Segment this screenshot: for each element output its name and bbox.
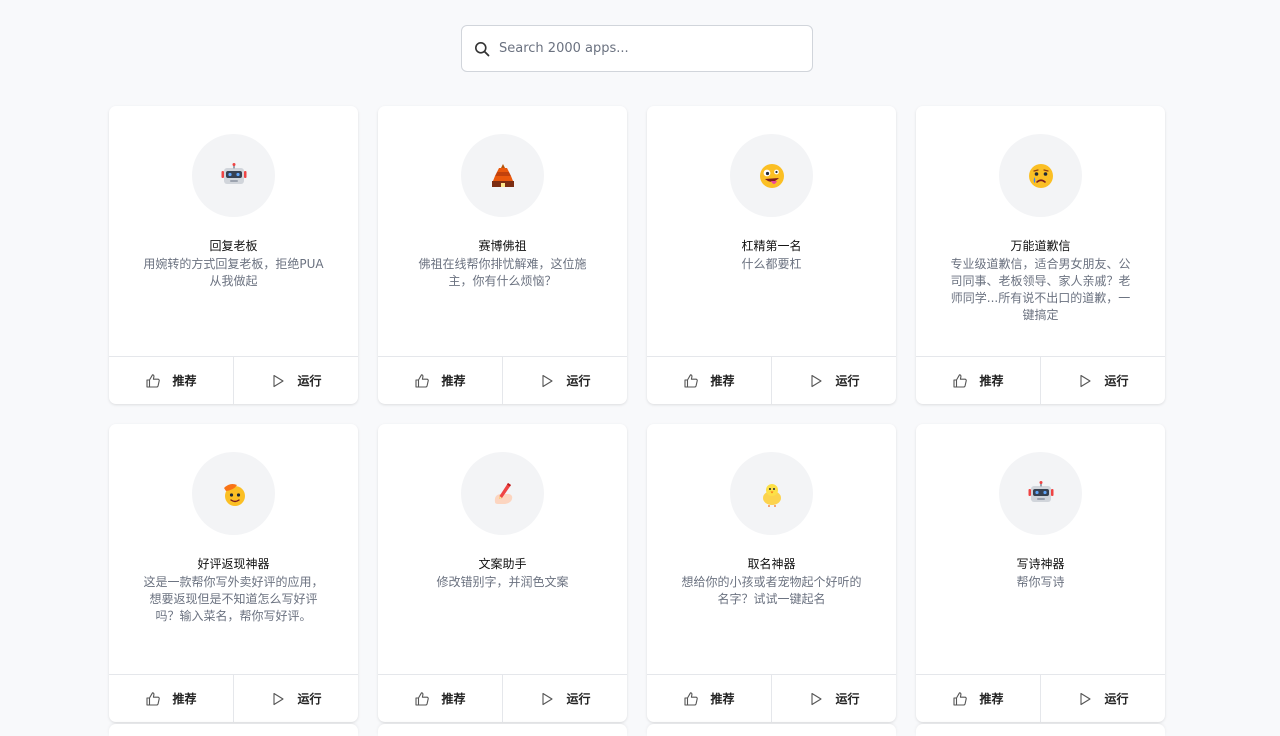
app-card[interactable]: 写诗神器 帮你写诗 推荐 运行 [916, 424, 1165, 722]
play-icon [270, 691, 286, 707]
app-card[interactable]: 取名神器 想给你的小孩或者宠物起个好听的名字？试试一键起名 推荐 运行 [647, 424, 896, 722]
app-avatar [999, 452, 1082, 535]
thumbs-up-icon [683, 373, 699, 389]
search-icon [473, 40, 491, 58]
run-button[interactable]: 运行 [502, 357, 627, 404]
recommend-button[interactable]: 推荐 [647, 357, 771, 404]
app-title: 文案助手 [478, 557, 527, 571]
recommend-label: 推荐 [979, 374, 1004, 388]
recommend-label: 推荐 [710, 374, 735, 388]
run-label: 运行 [835, 374, 860, 388]
run-label: 运行 [1104, 374, 1129, 388]
search-box[interactable] [461, 25, 813, 72]
thumbs-up-icon [145, 373, 161, 389]
app-card-partial[interactable] [378, 724, 627, 736]
app-description: 这是一款帮你写外卖好评的应用，想要返现但是不知道怎么写好评吗？输入菜名，帮你写好… [143, 575, 324, 623]
app-title: 取名神器 [747, 557, 796, 571]
recommend-label: 推荐 [172, 374, 197, 388]
play-icon [539, 373, 555, 389]
run-button[interactable]: 运行 [1040, 675, 1165, 722]
app-avatar [192, 134, 275, 217]
app-grid: 回复老板 用婉转的方式回复老板，拒绝PUA从我做起 推荐 运行 赛博佛祖 佛祖在… [109, 106, 1165, 722]
app-avatar [999, 134, 1082, 217]
recommend-button[interactable]: 推荐 [916, 357, 1040, 404]
app-card[interactable]: 文案助手 修改错别字，并润色文案 推荐 运行 [378, 424, 627, 722]
recommend-button[interactable]: 推荐 [378, 357, 502, 404]
run-button[interactable]: 运行 [502, 675, 627, 722]
run-label: 运行 [835, 692, 860, 706]
robot-icon [1028, 480, 1053, 502]
recommend-label: 推荐 [979, 692, 1004, 706]
run-button[interactable]: 运行 [1040, 357, 1165, 404]
app-description: 用婉转的方式回复老板，拒绝PUA从我做起 [143, 257, 324, 288]
app-avatar [730, 134, 813, 217]
thumbs-up-icon [952, 691, 968, 707]
search-input[interactable] [499, 26, 812, 71]
run-button[interactable]: 运行 [771, 675, 896, 722]
run-label: 运行 [566, 374, 591, 388]
chick-icon [762, 483, 781, 507]
pagoda-icon [491, 163, 514, 187]
thumbs-up-icon [952, 373, 968, 389]
app-card[interactable]: 杠精第一名 什么都要杠 推荐 运行 [647, 106, 896, 404]
app-card-partial[interactable] [647, 724, 896, 736]
run-label: 运行 [297, 692, 322, 706]
play-icon [539, 691, 555, 707]
run-button[interactable]: 运行 [233, 675, 358, 722]
recommend-label: 推荐 [441, 374, 466, 388]
play-icon [270, 373, 286, 389]
app-card-partial[interactable] [109, 724, 358, 736]
recommend-label: 推荐 [172, 692, 197, 706]
cowboy-face-icon [223, 483, 245, 506]
play-icon [808, 691, 824, 707]
run-button[interactable]: 运行 [771, 357, 896, 404]
thumbs-up-icon [683, 691, 699, 707]
recommend-button[interactable]: 推荐 [916, 675, 1040, 722]
recommend-button[interactable]: 推荐 [109, 357, 233, 404]
app-title: 万能道歉信 [1010, 239, 1071, 253]
robot-icon [221, 162, 246, 184]
app-title: 好评返现神器 [197, 557, 270, 571]
app-card[interactable]: 赛博佛祖 佛祖在线帮你排忧解难，这位施主，你有什么烦恼？ 推荐 运行 [378, 106, 627, 404]
app-description: 什么都要杠 [741, 257, 802, 271]
app-description: 专业级道歉信，适合男女朋友、公司同事、老板领导、家人亲戚？老师同学...所有说不… [950, 257, 1131, 322]
app-avatar [192, 452, 275, 535]
app-card[interactable]: 万能道歉信 专业级道歉信，适合男女朋友、公司同事、老板领导、家人亲戚？老师同学.… [916, 106, 1165, 404]
recommend-label: 推荐 [441, 692, 466, 706]
recommend-button[interactable]: 推荐 [647, 675, 771, 722]
play-icon [808, 373, 824, 389]
app-description: 佛祖在线帮你排忧解难，这位施主，你有什么烦恼？ [418, 257, 587, 288]
run-label: 运行 [566, 692, 591, 706]
app-description: 帮你写诗 [1016, 575, 1065, 589]
zany-face-icon [759, 163, 784, 188]
thumbs-up-icon [414, 373, 430, 389]
app-avatar [461, 452, 544, 535]
run-label: 运行 [1104, 692, 1129, 706]
next-row-cards [109, 724, 1165, 736]
crying-face-icon [1028, 163, 1053, 188]
play-icon [1077, 691, 1093, 707]
app-title: 回复老板 [209, 239, 258, 253]
recommend-button[interactable]: 推荐 [378, 675, 502, 722]
recommend-label: 推荐 [710, 692, 735, 706]
run-button[interactable]: 运行 [233, 357, 358, 404]
app-avatar [461, 134, 544, 217]
writing-hand-icon [494, 482, 512, 504]
app-title: 赛博佛祖 [478, 239, 527, 253]
play-icon [1077, 373, 1093, 389]
recommend-button[interactable]: 推荐 [109, 675, 233, 722]
app-avatar [730, 452, 813, 535]
app-title: 写诗神器 [1016, 557, 1065, 571]
app-card[interactable]: 回复老板 用婉转的方式回复老板，拒绝PUA从我做起 推荐 运行 [109, 106, 358, 404]
run-label: 运行 [297, 374, 322, 388]
thumbs-up-icon [414, 691, 430, 707]
app-card-partial[interactable] [916, 724, 1165, 736]
app-card[interactable]: 好评返现神器 这是一款帮你写外卖好评的应用，想要返现但是不知道怎么写好评吗？输入… [109, 424, 358, 722]
thumbs-up-icon [145, 691, 161, 707]
app-description: 想给你的小孩或者宠物起个好听的名字？试试一键起名 [681, 575, 862, 606]
app-title: 杠精第一名 [741, 239, 802, 253]
app-description: 修改错别字，并润色文案 [436, 575, 569, 589]
